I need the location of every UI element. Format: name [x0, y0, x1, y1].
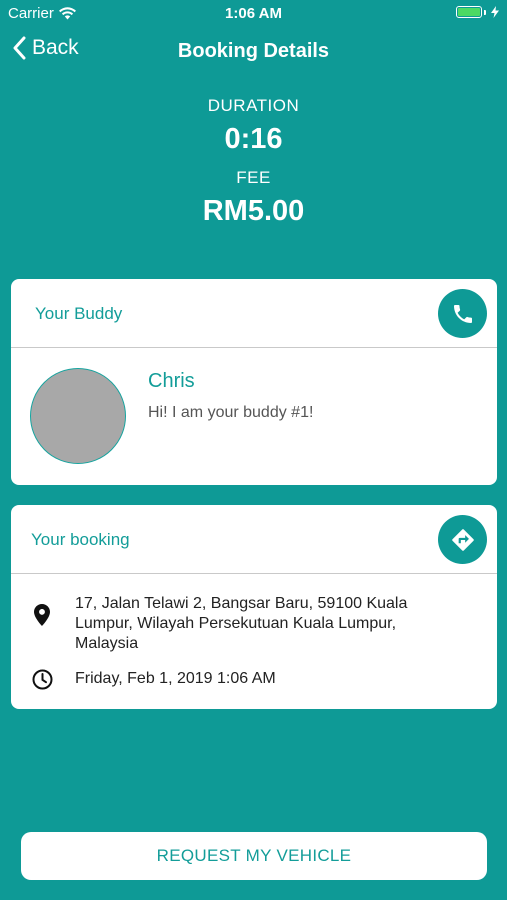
fee-value: RM5.00: [202, 195, 305, 227]
battery-fill: [458, 8, 480, 16]
buddy-card-header: Your Buddy: [11, 279, 497, 348]
clock-icon: [31, 669, 53, 690]
buddy-avatar: [30, 368, 126, 464]
status-bar: Carrier 1:06 AM: [0, 0, 507, 28]
address-row: 17, Jalan Telawi 2, Bangsar Baru, 59100 …: [31, 594, 477, 654]
booking-summary: DURATION 0:16 FEE RM5.00: [0, 96, 507, 228]
location-pin-icon: [31, 594, 53, 626]
fee-label: FEE: [236, 168, 271, 187]
status-time: 1:06 AM: [225, 5, 282, 22]
charging-bolt-icon: [491, 6, 499, 18]
buddy-name: Chris: [148, 370, 195, 392]
directions-icon: [451, 528, 474, 551]
duration-value: 0:16: [224, 123, 283, 155]
booking-card: Your booking 17, Jalan Telawi 2, Bangsar…: [11, 505, 497, 709]
navigation-bar: Back Booking Details: [0, 30, 507, 74]
address-line: 17, Jalan Telawi 2, Bangsar Baru, 59100 …: [75, 595, 408, 612]
battery-icon: [456, 6, 482, 18]
battery-cap: [484, 9, 486, 15]
directions-button[interactable]: [438, 515, 487, 564]
booking-datetime: Friday, Feb 1, 2019 1:06 AM: [75, 670, 276, 687]
buddy-message: Hi! I am your buddy #1!: [148, 404, 314, 421]
phone-icon: [453, 304, 472, 323]
buddy-card: Your Buddy Chris Hi! I am your buddy #1!: [11, 279, 497, 485]
page-title: Booking Details: [177, 40, 330, 62]
booking-address: 17, Jalan Telawi 2, Bangsar Baru, 59100 …: [75, 594, 407, 654]
battery-indicator: [456, 6, 499, 18]
datetime-row: Friday, Feb 1, 2019 1:06 AM: [31, 669, 477, 690]
address-line: Lumpur, Wilayah Persekutuan Kuala Lumpur…: [75, 615, 397, 632]
duration-label: DURATION: [207, 96, 300, 115]
booking-card-title: Your booking: [31, 530, 130, 549]
booking-card-header: Your booking: [11, 505, 497, 574]
buddy-card-title: Your Buddy: [35, 304, 123, 323]
address-line: Malaysia: [75, 635, 139, 652]
call-buddy-button[interactable]: [438, 289, 487, 338]
request-vehicle-button[interactable]: REQUEST MY VEHICLE: [21, 832, 487, 880]
